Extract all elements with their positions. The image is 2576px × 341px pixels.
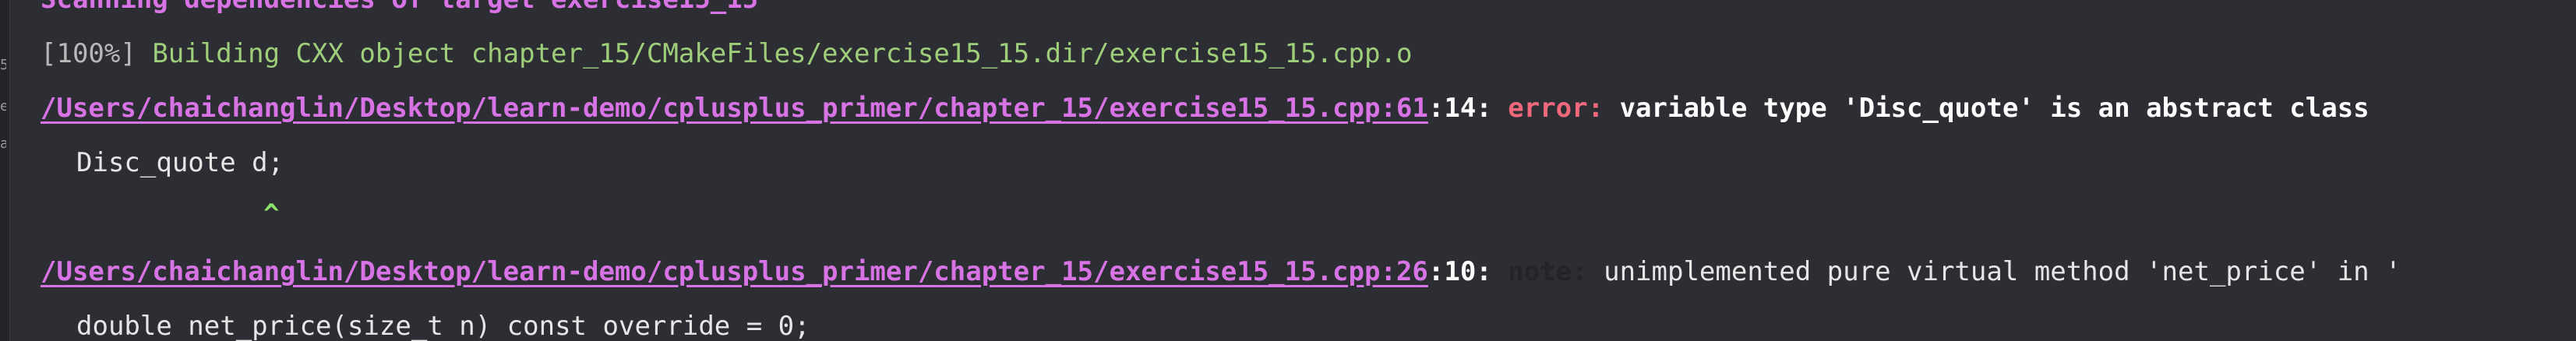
- gutter-mark: a: [0, 137, 6, 151]
- scanning-text: Scanning dependencies of target exercise…: [41, 0, 758, 26]
- gutter-mark: e: [0, 100, 6, 114]
- error-message: variable type 'Disc_quote' is an abstrac…: [1619, 93, 2370, 124]
- progress-prefix: [100%]: [41, 38, 136, 69]
- error-file-link[interactable]: /Users/chaichanglin/Desktop/learn-demo/c…: [41, 81, 1428, 135]
- left-gutter: 5 e a: [0, 0, 10, 341]
- caret-line: ^: [41, 187, 279, 241]
- build-progress-line: [100%] Building CXX object chapter_15/CM…: [41, 26, 1412, 81]
- source-code-text: Disc_quote d;: [76, 147, 284, 178]
- source-code-line: Disc_quote d;: [41, 135, 284, 190]
- note-diagnostic-line: /Users/chaichanglin/Desktop/learn-demo/c…: [41, 244, 2401, 299]
- scanning-line: Scanning dependencies of target exercise…: [41, 0, 758, 26]
- error-label: error:: [1508, 93, 1604, 124]
- build-message: Building CXX object chapter_15/CMakeFile…: [152, 38, 1413, 69]
- source-code-line-2: double net_price(size_t n) const overrid…: [41, 299, 810, 341]
- terminal-window[interactable]: 5 e a Scanning dependencies of target ex…: [0, 0, 2576, 341]
- note-file-link[interactable]: /Users/chaichanglin/Desktop/learn-demo/c…: [41, 244, 1428, 299]
- error-column: :14:: [1427, 93, 1492, 124]
- note-message: unimplemented pure virtual method 'net_p…: [1604, 256, 2401, 287]
- source-code-text-2: double net_price(size_t n) const overrid…: [76, 311, 810, 341]
- caret-marker: ^: [263, 199, 280, 230]
- note-column: :10:: [1427, 256, 1492, 287]
- error-diagnostic-line: /Users/chaichanglin/Desktop/learn-demo/c…: [41, 81, 2370, 135]
- gutter-mark: 5: [0, 58, 6, 72]
- note-label: note:: [1508, 256, 1588, 287]
